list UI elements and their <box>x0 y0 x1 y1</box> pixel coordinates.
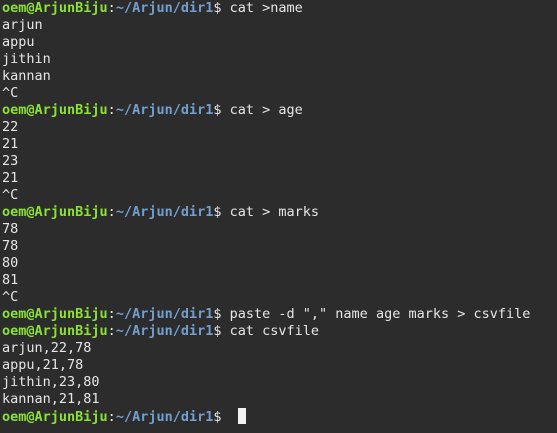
prompt-path: ~/Arjun/dir1 <box>115 323 214 339</box>
output-text: 21 <box>2 136 19 152</box>
output-text: arjun <box>2 17 43 33</box>
prompt-user-host: oem@ArjunBiju <box>2 204 108 220</box>
output-text: 22 <box>2 119 19 135</box>
prompt-user-host: oem@ArjunBiju <box>2 0 108 16</box>
output-text: jithin,23,80 <box>2 374 100 390</box>
output-line: kannan <box>2 68 557 85</box>
prompt-path: ~/Arjun/dir1 <box>115 306 214 322</box>
prompt-colon: : <box>107 323 116 339</box>
output-text: kannan <box>2 68 51 84</box>
output-text: ^C <box>2 187 19 203</box>
prompt-line: oem@ArjunBiju:~/Arjun/dir1$ paste -d ","… <box>2 306 557 323</box>
prompt-user-host: oem@ArjunBiju <box>2 323 108 339</box>
output-text: 80 <box>2 255 19 271</box>
output-line: ^C <box>2 85 557 102</box>
output-text: 81 <box>2 272 19 288</box>
prompt-line: oem@ArjunBiju:~/Arjun/dir1$ cat >name <box>2 0 557 17</box>
output-text: ^C <box>2 289 19 305</box>
output-text: 78 <box>2 238 19 254</box>
command-text: cat > marks <box>229 204 320 220</box>
command-text: cat csvfile <box>229 323 320 339</box>
prompt-user-host: oem@ArjunBiju <box>2 409 108 425</box>
prompt-path: ~/Arjun/dir1 <box>115 409 214 425</box>
command-text: cat >name <box>229 0 303 16</box>
output-line: 21 <box>2 136 557 153</box>
output-line: 78 <box>2 238 557 255</box>
output-text: kannan,21,81 <box>2 391 100 407</box>
prompt-colon: : <box>107 204 116 220</box>
output-line: ^C <box>2 187 557 204</box>
output-line: 22 <box>2 119 557 136</box>
terminal-window[interactable]: oem@ArjunBiju:~/Arjun/dir1$ cat >name arj… <box>0 0 557 433</box>
prompt-path: ~/Arjun/dir1 <box>115 102 214 118</box>
output-line: appu,21,78 <box>2 357 557 374</box>
output-line: 23 <box>2 153 557 170</box>
prompt-colon: : <box>107 0 116 16</box>
output-text: 21 <box>2 170 19 186</box>
prompt-line: oem@ArjunBiju:~/Arjun/dir1$ cat > marks <box>2 204 557 221</box>
output-line: 80 <box>2 255 557 272</box>
output-text: arjun,22,78 <box>2 340 92 356</box>
output-line: arjun,22,78 <box>2 340 557 357</box>
prompt-dollar: $ <box>213 323 222 339</box>
prompt-user-host: oem@ArjunBiju <box>2 306 108 322</box>
prompt-dollar: $ <box>213 0 222 16</box>
prompt-colon: : <box>107 102 116 118</box>
output-text: 78 <box>2 221 19 237</box>
output-line: 81 <box>2 272 557 289</box>
output-text: 23 <box>2 153 19 169</box>
prompt-path: ~/Arjun/dir1 <box>115 204 214 220</box>
output-line: 78 <box>2 221 557 238</box>
prompt-dollar: $ <box>213 409 222 425</box>
prompt-path: ~/Arjun/dir1 <box>115 0 214 16</box>
output-line: ^C <box>2 289 557 306</box>
output-line: jithin <box>2 51 557 68</box>
output-text: ^C <box>2 85 19 101</box>
prompt-colon: : <box>107 306 116 322</box>
command-text: paste -d "," name age marks > csvfile <box>229 306 531 322</box>
output-text: appu <box>2 34 35 50</box>
output-line: kannan,21,81 <box>2 391 557 408</box>
output-line: jithin,23,80 <box>2 374 557 391</box>
text-cursor[interactable] <box>237 408 246 424</box>
output-text: appu,21,78 <box>2 357 84 373</box>
output-text: jithin <box>2 51 51 67</box>
prompt-user-host: oem@ArjunBiju <box>2 102 108 118</box>
prompt-dollar: $ <box>213 204 222 220</box>
output-line: 21 <box>2 170 557 187</box>
prompt-line: oem@ArjunBiju:~/Arjun/dir1$ cat csvfile <box>2 323 557 340</box>
output-line: arjun <box>2 17 557 34</box>
command-text: cat > age <box>229 102 303 118</box>
prompt-dollar: $ <box>213 102 222 118</box>
prompt-colon: : <box>107 409 116 425</box>
prompt-dollar: $ <box>213 306 222 322</box>
output-line: appu <box>2 34 557 51</box>
prompt-line: oem@ArjunBiju:~/Arjun/dir1$ cat > age <box>2 102 557 119</box>
prompt-line: oem@ArjunBiju:~/Arjun/dir1$ <box>2 408 557 425</box>
